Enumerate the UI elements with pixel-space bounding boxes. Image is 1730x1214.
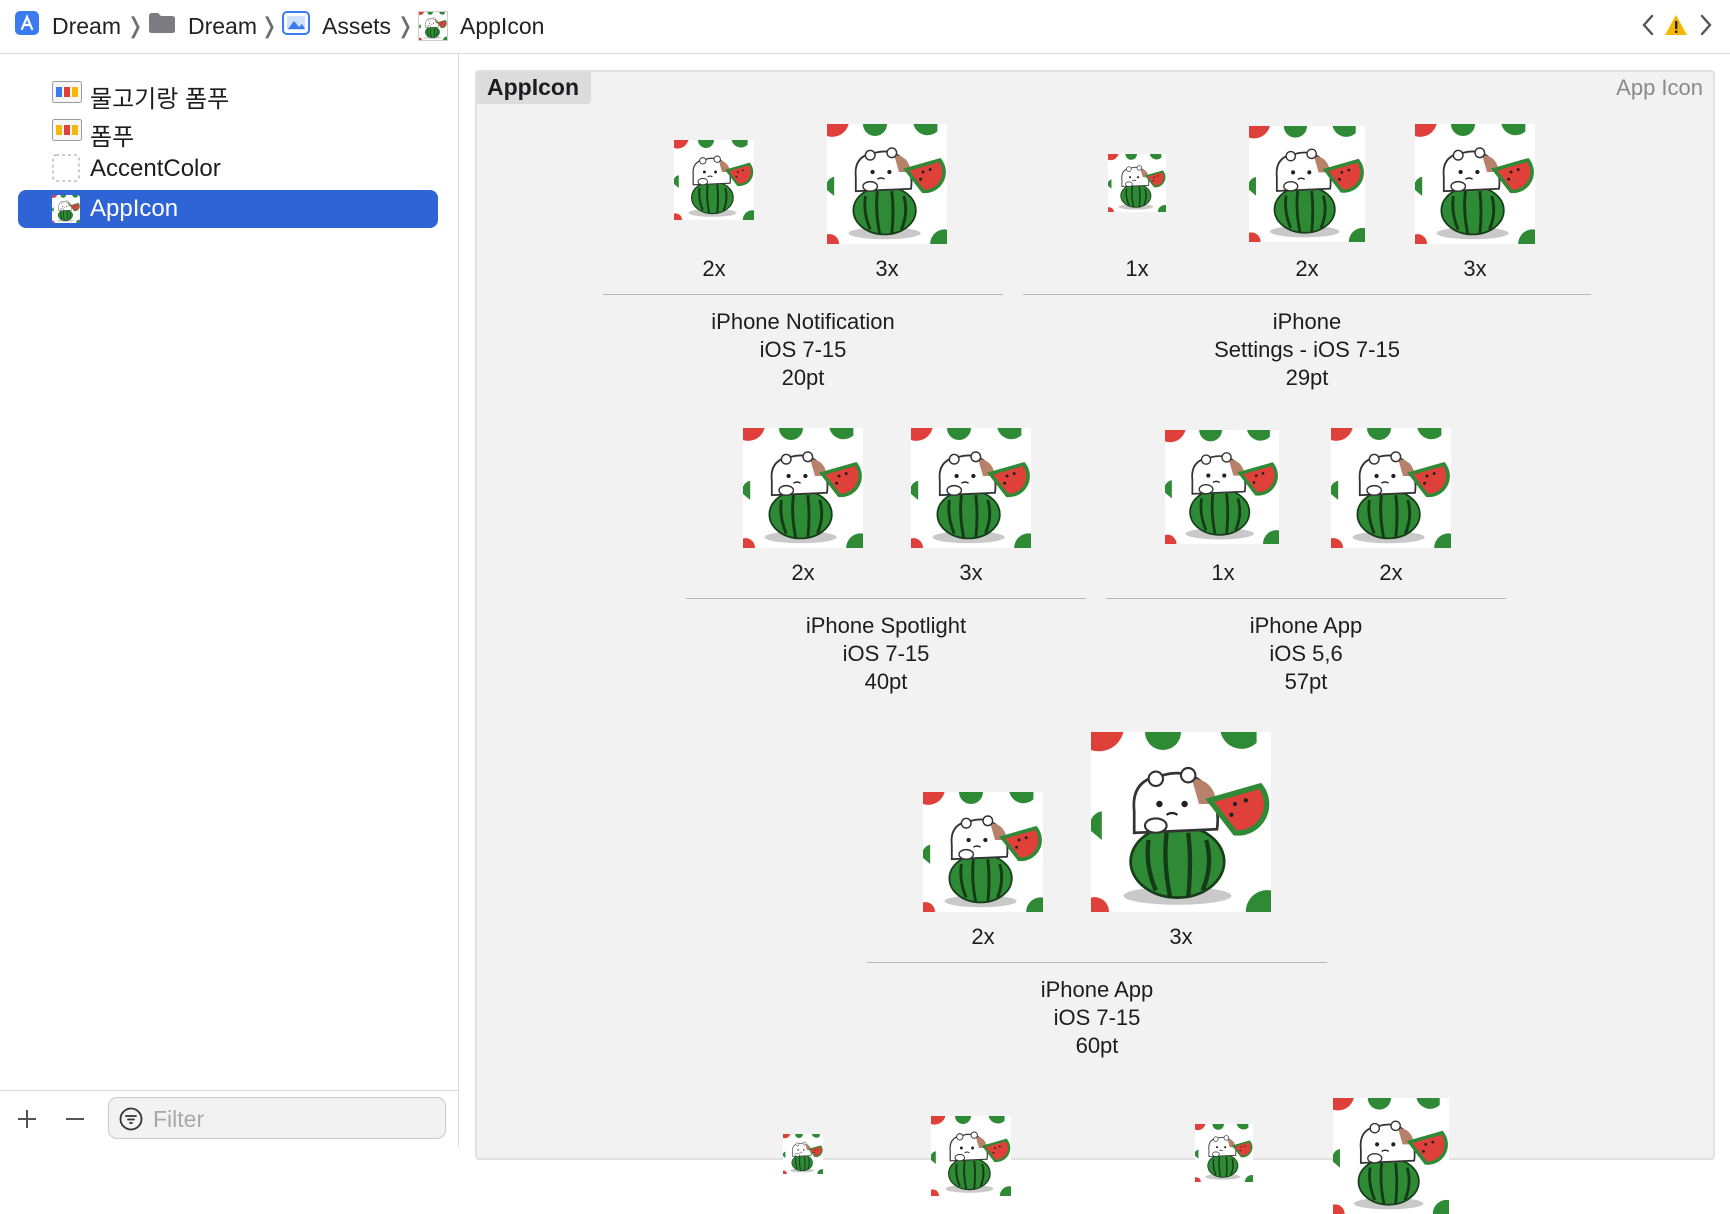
icon-well-settings-2x[interactable]	[1249, 126, 1365, 242]
icon-well-settings-1x[interactable]	[1108, 154, 1166, 212]
icon-well-app-60-3x[interactable]	[1091, 732, 1271, 912]
breadcrumb-item-project[interactable]: Dream	[14, 0, 121, 52]
scale-label: 2x	[702, 256, 726, 281]
breadcrumb-item-appicon[interactable]: AppIcon	[418, 0, 544, 52]
scale-label: 3x	[875, 256, 899, 281]
image-set-icon	[52, 81, 82, 110]
group-divider	[686, 598, 1086, 599]
icon-well-app-57-2x[interactable]	[1331, 428, 1451, 548]
xcode-project-icon	[14, 10, 40, 42]
asset-label: AppIcon	[90, 195, 179, 222]
group-label-app-57: iPhone App iOS 5,6 57pt	[1249, 613, 1363, 694]
scale-label: 2x	[971, 924, 995, 949]
scale-label: 2x	[1295, 256, 1319, 281]
group-divider	[867, 962, 1327, 963]
group-divider	[1106, 598, 1506, 599]
icon-well-spotlight-2x[interactable]	[743, 428, 863, 548]
asset-label: 폼푸	[90, 124, 135, 151]
appicon-set[interactable]: AppIcon App Icon 2x 3x iPhone Notificati…	[475, 70, 1715, 1214]
scale-label: 3x	[1463, 256, 1487, 281]
icon-well-partial[interactable]	[1333, 1098, 1449, 1214]
app-icon-set-icon	[52, 195, 80, 223]
color-set-icon	[52, 154, 80, 189]
filter-field[interactable]	[108, 1097, 446, 1139]
scale-label: 1x	[1125, 256, 1149, 281]
navigator-footer	[0, 1090, 458, 1147]
image-set-icon	[52, 119, 82, 148]
breadcrumb-label: Dream	[52, 12, 122, 39]
breadcrumb-label: Assets	[322, 12, 392, 39]
scale-label: 2x	[791, 560, 815, 585]
scale-label: 3x	[959, 560, 983, 585]
asset-label: 물고기랑 폼푸	[90, 86, 230, 113]
asset-item[interactable]: 폼푸	[18, 112, 438, 151]
scale-label: 3x	[1169, 924, 1193, 949]
add-asset-button[interactable]	[7, 1099, 47, 1139]
breadcrumb-label: Dream	[188, 12, 258, 39]
scale-label: 1x	[1211, 560, 1235, 585]
group-divider	[1023, 294, 1591, 295]
asset-label: AccentColor	[90, 155, 221, 182]
filter-icon	[119, 1107, 143, 1136]
icon-well-partial[interactable]	[931, 1116, 1011, 1196]
icon-well-partial[interactable]	[783, 1134, 823, 1174]
group-label-spotlight: iPhone Spotlight iOS 7-15 40pt	[805, 613, 967, 694]
icon-well-notification-2x[interactable]	[674, 140, 754, 220]
filter-input[interactable]	[151, 1102, 435, 1136]
group-divider	[603, 294, 1003, 295]
breadcrumb-item-assets[interactable]: Assets	[282, 0, 391, 52]
icon-well-app-60-2x[interactable]	[923, 792, 1043, 912]
asset-navigator: 물고기랑 폼푸 폼푸 AccentColor AppIcon	[0, 54, 459, 1146]
icon-well-settings-3x[interactable]	[1415, 124, 1535, 244]
icon-well-app-57-1x[interactable]	[1165, 430, 1279, 544]
warning-icon[interactable]	[1664, 14, 1688, 41]
jump-bar: Dream ❭ Dream ❭ Assets ❭ AppIcon	[0, 0, 1730, 54]
chevron-left-icon	[1642, 14, 1654, 36]
go-back-button[interactable]	[1636, 10, 1660, 40]
appicon-thumbnail-icon	[418, 11, 448, 41]
chevron-right-icon: ❭	[396, 13, 415, 38]
minus-icon	[66, 1118, 84, 1120]
icon-well-partial[interactable]	[1195, 1124, 1253, 1182]
folder-icon	[148, 12, 176, 40]
asset-item[interactable]: AccentColor	[18, 150, 438, 188]
breadcrumb-label: AppIcon	[460, 12, 545, 39]
scale-label: 2x	[1379, 560, 1403, 585]
set-kind-label: App Icon	[1616, 75, 1703, 100]
group-label-app-60: iPhone App iOS 7-15 60pt	[1040, 977, 1154, 1058]
icon-well-notification-3x[interactable]	[827, 124, 947, 244]
set-title: AppIcon	[477, 72, 591, 104]
asset-item-selected[interactable]: AppIcon	[18, 190, 438, 228]
chevron-right-icon: ❭	[126, 13, 145, 38]
asset-editor: AppIcon App Icon 2x 3x iPhone Notificati…	[459, 54, 1730, 1214]
group-label-settings: iPhone Settings - iOS 7-15 29pt	[1214, 309, 1400, 390]
asset-item[interactable]: 물고기랑 폼푸	[18, 74, 438, 113]
remove-asset-button[interactable]	[55, 1099, 95, 1139]
chevron-right-icon	[1700, 14, 1712, 36]
asset-catalog-icon	[282, 11, 310, 41]
icon-well-spotlight-3x[interactable]	[911, 428, 1031, 548]
chevron-right-icon: ❭	[260, 13, 279, 38]
breadcrumb-item-group[interactable]: Dream	[148, 0, 257, 52]
plus-icon	[18, 1110, 36, 1128]
group-label-notification: iPhone Notification iOS 7-15 20pt	[711, 309, 895, 390]
go-forward-button[interactable]	[1694, 10, 1718, 40]
